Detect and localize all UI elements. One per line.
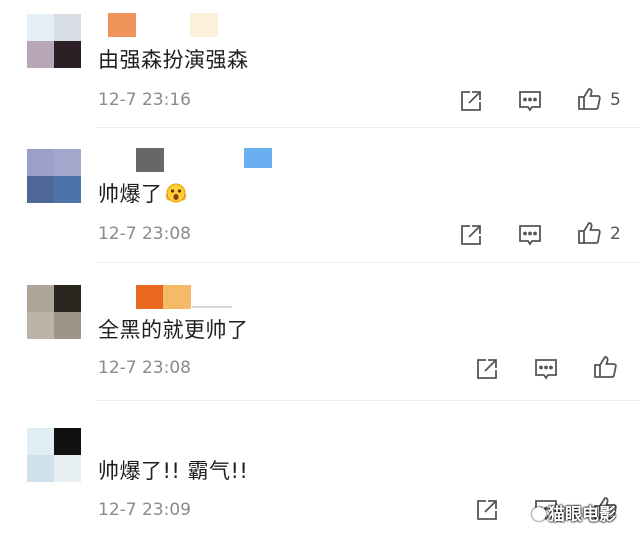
thumbs-up-icon[interactable]: [576, 220, 602, 246]
username-blurred[interactable]: [136, 148, 164, 172]
comment-time: 12-7 23:16: [98, 90, 191, 110]
comment-time: 12-7 23:09: [98, 500, 191, 520]
comment-text: 帅爆了!! 霸气!!: [98, 459, 249, 483]
comment-text: 由强森扮演强森: [98, 48, 249, 72]
comment-icon[interactable]: [533, 356, 559, 382]
comment-icon[interactable]: [517, 222, 543, 248]
comment-text: 全黑的就更帅了: [98, 318, 249, 342]
share-icon[interactable]: [458, 222, 484, 248]
username-blurred: [163, 285, 191, 309]
surprised-face-emoji: [165, 182, 187, 204]
maoyan-logo-icon: [532, 507, 546, 521]
username-blurred: [190, 13, 218, 37]
username-blurred[interactable]: [108, 13, 136, 37]
share-icon[interactable]: [474, 356, 500, 382]
username-blurred: [244, 148, 272, 168]
avatar[interactable]: [27, 428, 81, 482]
comment-icon[interactable]: [517, 88, 543, 114]
username-underline: [192, 306, 232, 308]
divider: [96, 262, 640, 263]
watermark: 猫眼电影: [532, 500, 616, 525]
thumbs-up-icon[interactable]: [576, 86, 602, 112]
share-icon[interactable]: [458, 88, 484, 114]
avatar[interactable]: [27, 149, 81, 203]
username-blurred[interactable]: [136, 285, 164, 309]
like-count: 2: [610, 224, 621, 244]
avatar[interactable]: [27, 14, 81, 68]
watermark-text: 猫眼电影: [548, 505, 616, 525]
divider: [96, 127, 640, 128]
comment-time: 12-7 23:08: [98, 224, 191, 244]
avatar[interactable]: [27, 285, 81, 339]
divider: [96, 400, 640, 401]
like-count: 5: [610, 90, 621, 110]
share-icon[interactable]: [474, 497, 500, 523]
comment-time: 12-7 23:08: [98, 358, 191, 378]
comment-text-content: 帅爆了: [98, 182, 163, 206]
thumbs-up-icon[interactable]: [592, 354, 618, 380]
comment-text: 帅爆了: [98, 178, 187, 208]
